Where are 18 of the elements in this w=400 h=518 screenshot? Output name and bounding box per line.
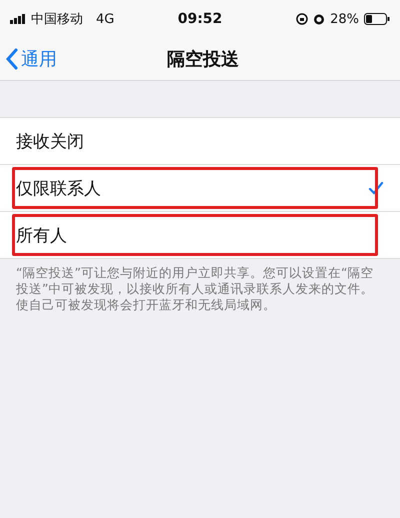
- back-chevron-icon: [6, 48, 18, 70]
- option-label: 所有人: [16, 224, 68, 246]
- option-row[interactable]: 所有人: [0, 211, 400, 258]
- battery-percentage: 28%: [330, 12, 360, 26]
- page-title: 隔空投送: [167, 48, 239, 71]
- option-row[interactable]: 接收关闭: [0, 118, 400, 164]
- clock-time: 09:52: [178, 11, 222, 27]
- battery-icon: [364, 13, 390, 25]
- option-row[interactable]: 仅限联系人: [0, 164, 400, 211]
- back-button[interactable]: 通用: [6, 38, 57, 80]
- option-label: 仅限联系人: [16, 178, 102, 200]
- signal-icon: [10, 14, 26, 24]
- network-type: 4G: [96, 12, 114, 26]
- carrier-name: 中国移动: [31, 11, 83, 28]
- rotation-lock-icon: [296, 13, 308, 25]
- footer-description: “隔空投送”可让您与附近的用户立即共享。您可以设置在“隔空投送”中可被发现，以接收所有人或通讯录联系人发来的文件。使自己可被发现将会打开蓝牙和无线局域网。: [16, 265, 374, 313]
- option-label: 接收关闭: [16, 130, 85, 152]
- alarm-clock-icon: [313, 13, 326, 25]
